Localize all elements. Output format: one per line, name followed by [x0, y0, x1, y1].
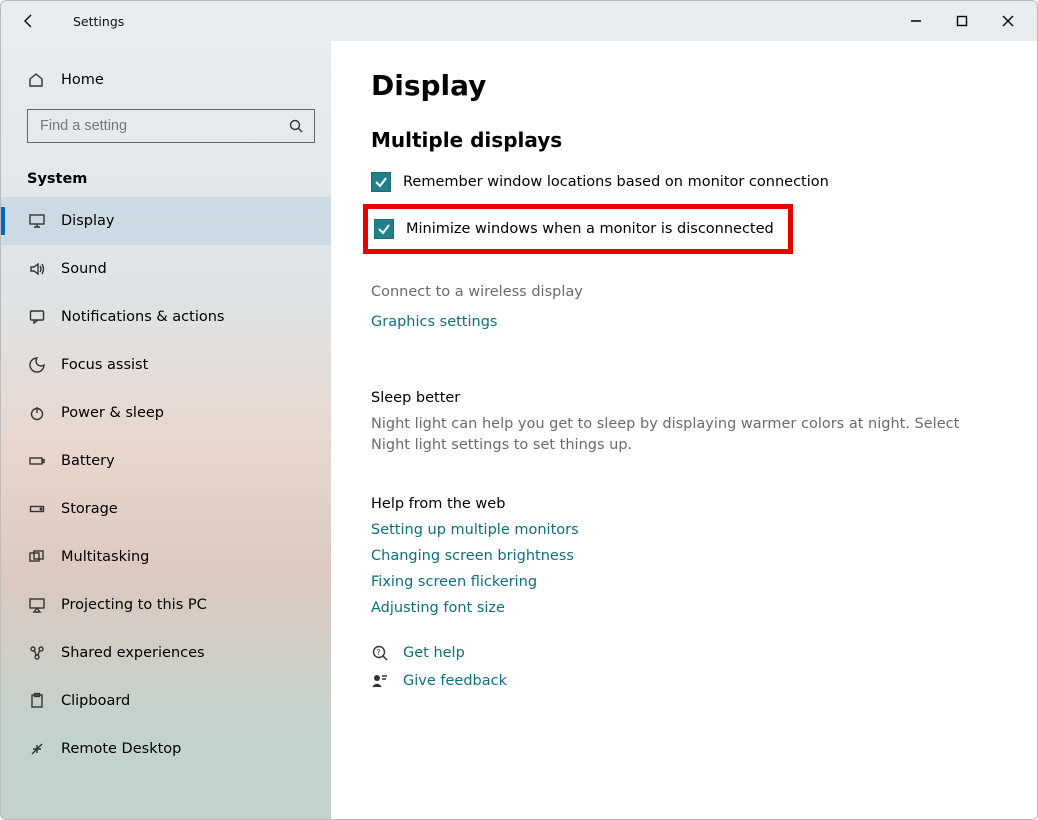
nav-label: Clipboard [61, 693, 130, 709]
nav-label: Display [61, 213, 114, 229]
nav-label: Notifications & actions [61, 309, 224, 325]
nav-item-projecting[interactable]: Projecting to this PC [1, 581, 331, 629]
maximize-button[interactable] [939, 5, 985, 37]
sidebar: Home System Display Sound [1, 41, 331, 819]
sleep-better-text: Night light can help you get to sleep by… [371, 414, 997, 456]
titlebar: Settings [1, 1, 1037, 41]
window-controls [893, 1, 1031, 41]
storage-icon [27, 500, 47, 518]
help-link-multiple-monitors[interactable]: Setting up multiple monitors [371, 522, 997, 538]
nav-item-power-sleep[interactable]: Power & sleep [1, 389, 331, 437]
nav-label: Sound [61, 261, 107, 277]
nav-label: Projecting to this PC [61, 597, 207, 613]
notifications-icon [27, 308, 47, 326]
minimize-button[interactable] [893, 5, 939, 37]
search-input[interactable] [38, 117, 304, 135]
checkbox-minimize-on-disconnect[interactable]: Minimize windows when a monitor is disco… [374, 219, 774, 239]
nav-item-sound[interactable]: Sound [1, 245, 331, 293]
shared-icon [27, 644, 47, 662]
help-link-flickering[interactable]: Fixing screen flickering [371, 574, 997, 590]
graphics-settings-link[interactable]: Graphics settings [371, 314, 997, 330]
nav-label: Multitasking [61, 549, 149, 565]
nav-item-clipboard[interactable]: Clipboard [1, 677, 331, 725]
checkbox-label: Remember window locations based on monit… [403, 174, 829, 190]
section-system-label: System [1, 153, 331, 197]
focus-assist-icon [27, 356, 47, 374]
checkbox-remember-locations[interactable]: Remember window locations based on monit… [371, 172, 997, 192]
nav-label: Shared experiences [61, 645, 205, 661]
remote-desktop-icon [27, 740, 47, 758]
group-title-multiple-displays: Multiple displays [371, 128, 997, 152]
home-item[interactable]: Home [1, 61, 331, 99]
power-icon [27, 404, 47, 422]
home-label: Home [61, 72, 104, 88]
search-box[interactable] [27, 109, 315, 143]
battery-icon [27, 452, 47, 470]
settings-window: Settings Home [0, 0, 1038, 820]
home-icon [27, 71, 47, 89]
nav-label: Remote Desktop [61, 741, 181, 757]
nav-list: Display Sound Notifications & actions Fo… [1, 197, 331, 773]
svg-text:?: ? [377, 648, 381, 657]
bottom-actions: ? Get help Give feedback [371, 644, 997, 690]
checkbox-icon [374, 219, 394, 239]
close-button[interactable] [985, 5, 1031, 37]
back-button[interactable] [13, 5, 45, 37]
nav-label: Storage [61, 501, 118, 517]
nav-item-display[interactable]: Display [1, 197, 331, 245]
nav-item-shared-experiences[interactable]: Shared experiences [1, 629, 331, 677]
app-title: Settings [73, 14, 124, 29]
give-feedback-link: Give feedback [403, 673, 507, 689]
sound-icon [27, 260, 47, 278]
page-title: Display [371, 69, 997, 102]
search-icon [288, 118, 304, 138]
get-help-row[interactable]: ? Get help [371, 644, 997, 662]
connect-wireless-display-link[interactable]: Connect to a wireless display [371, 284, 997, 300]
checkbox-icon [371, 172, 391, 192]
help-link-font-size[interactable]: Adjusting font size [371, 600, 997, 616]
nav-label: Power & sleep [61, 405, 164, 421]
checkbox-label: Minimize windows when a monitor is disco… [406, 221, 774, 237]
give-feedback-row[interactable]: Give feedback [371, 672, 997, 690]
nav-item-multitasking[interactable]: Multitasking [1, 533, 331, 581]
nav-label: Focus assist [61, 357, 148, 373]
sleep-better-title: Sleep better [371, 390, 997, 406]
projecting-icon [27, 596, 47, 614]
nav-item-battery[interactable]: Battery [1, 437, 331, 485]
nav-item-notifications[interactable]: Notifications & actions [1, 293, 331, 341]
help-from-web-title: Help from the web [371, 496, 997, 512]
main-panel: Display Multiple displays Remember windo… [331, 41, 1037, 819]
highlighted-setting: Minimize windows when a monitor is disco… [363, 204, 793, 254]
clipboard-icon [27, 692, 47, 710]
help-link-brightness[interactable]: Changing screen brightness [371, 548, 997, 564]
nav-item-storage[interactable]: Storage [1, 485, 331, 533]
get-help-icon: ? [371, 644, 393, 662]
nav-label: Battery [61, 453, 115, 469]
nav-item-remote-desktop[interactable]: Remote Desktop [1, 725, 331, 773]
search-wrap [1, 99, 331, 153]
nav-item-focus-assist[interactable]: Focus assist [1, 341, 331, 389]
feedback-icon [371, 672, 393, 690]
multitasking-icon [27, 548, 47, 566]
display-icon [27, 212, 47, 230]
content-area: Home System Display Sound [1, 41, 1037, 819]
get-help-link: Get help [403, 645, 465, 661]
